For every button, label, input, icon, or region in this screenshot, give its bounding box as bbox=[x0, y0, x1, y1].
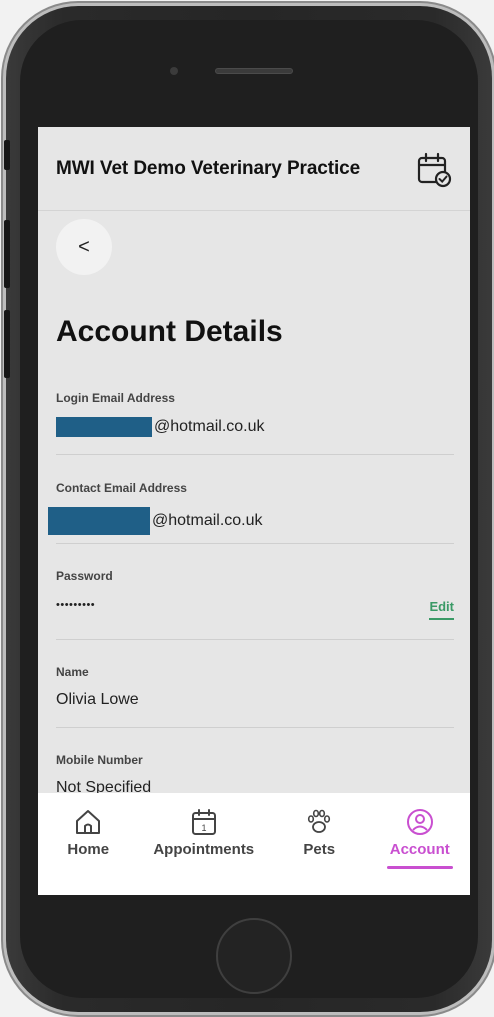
redaction-box bbox=[56, 417, 152, 437]
app-header: MWI Vet Demo Veterinary Practice bbox=[38, 127, 470, 211]
divider bbox=[56, 454, 454, 455]
practice-title: MWI Vet Demo Veterinary Practice bbox=[56, 157, 361, 179]
side-button bbox=[4, 140, 10, 170]
bottom-tab-bar: Home 1 Appointments Pets Account bbox=[38, 793, 470, 895]
divider bbox=[56, 639, 454, 640]
divider bbox=[56, 543, 454, 544]
volume-down-button bbox=[4, 310, 10, 378]
name-label: Name bbox=[56, 665, 89, 679]
divider bbox=[56, 727, 454, 728]
tab-appointments-label: Appointments bbox=[153, 841, 255, 858]
tab-home-label: Home bbox=[67, 841, 110, 858]
page-title: Account Details bbox=[56, 315, 283, 348]
login-email-domain: @hotmail.co.uk bbox=[154, 418, 265, 435]
user-circle-icon bbox=[406, 809, 433, 835]
redaction-box bbox=[48, 507, 150, 535]
login-email-label: Login Email Address bbox=[56, 391, 175, 405]
login-email-value: @hotmail.co.uk bbox=[56, 417, 454, 437]
name-value: Olivia Lowe bbox=[56, 691, 139, 708]
password-label: Password bbox=[56, 569, 113, 583]
home-icon bbox=[76, 810, 101, 834]
tab-pets[interactable]: Pets bbox=[269, 807, 369, 858]
back-button[interactable]: < bbox=[56, 219, 112, 275]
mobile-field: Mobile Number Not Specified bbox=[56, 753, 454, 797]
calendar-icon: 1 bbox=[191, 809, 216, 835]
login-email-field: Login Email Address @hotmail.co.uk bbox=[56, 391, 454, 437]
password-value: ••••••••• bbox=[56, 599, 96, 611]
front-camera bbox=[170, 67, 178, 75]
calendar-day-number: 1 bbox=[201, 823, 206, 833]
mobile-label: Mobile Number bbox=[56, 753, 143, 767]
contact-email-label: Contact Email Address bbox=[56, 481, 187, 495]
home-hardware-button[interactable] bbox=[216, 918, 292, 994]
contact-email-value: @hotmail.co.uk bbox=[48, 507, 454, 535]
calendar-check-icon[interactable] bbox=[416, 152, 452, 188]
speaker-grille bbox=[215, 68, 293, 74]
chevron-left-icon: < bbox=[78, 235, 90, 258]
volume-up-button bbox=[4, 220, 10, 288]
active-tab-indicator bbox=[386, 866, 453, 869]
app-screen: MWI Vet Demo Veterinary Practice < Accou… bbox=[38, 127, 470, 895]
tab-account-label: Account bbox=[389, 841, 450, 858]
password-field: Password ••••••••• Edit bbox=[56, 569, 454, 620]
name-field: Name Olivia Lowe bbox=[56, 665, 454, 709]
contact-email-domain: @hotmail.co.uk bbox=[152, 512, 263, 529]
tab-home[interactable]: Home bbox=[38, 807, 138, 858]
tab-account[interactable]: Account bbox=[370, 807, 470, 869]
contact-email-field: Contact Email Address @hotmail.co.uk bbox=[48, 481, 454, 535]
edit-password-link[interactable]: Edit bbox=[429, 599, 454, 620]
paw-icon bbox=[308, 809, 331, 833]
tab-pets-label: Pets bbox=[303, 841, 336, 858]
tab-appointments[interactable]: 1 Appointments bbox=[139, 807, 269, 858]
